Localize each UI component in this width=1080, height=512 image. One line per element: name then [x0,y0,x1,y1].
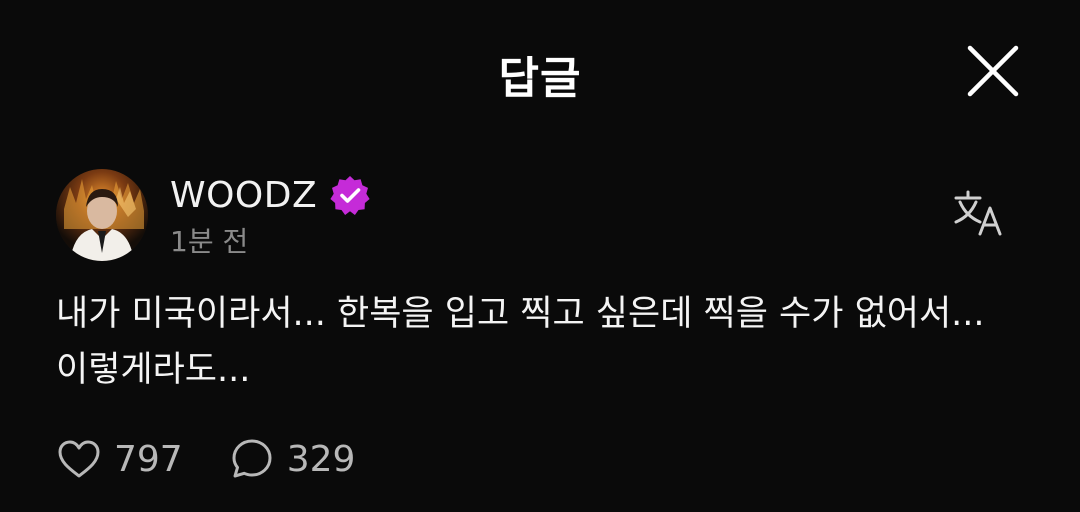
timestamp: 1분 전 [170,225,249,258]
post-text: 내가 미국이라서... 한복을 입고 찍고 싶은데 찍을 수가 없어서... 이… [56,294,985,390]
header: 답글 [0,0,1080,140]
translate-button[interactable] [950,188,1010,240]
translate-icon [954,190,1002,236]
like-button[interactable]: 797 [56,436,183,482]
heart-icon [58,440,100,478]
like-count: 797 [114,438,183,480]
close-button[interactable] [962,40,1024,102]
close-icon [967,45,1019,97]
verified-badge-icon [330,176,370,215]
user-row: WOODZ [170,170,371,220]
page-title: 답글 [498,53,582,104]
post-actions: 797 329 [56,432,355,486]
reply-button[interactable]: 329 [229,436,356,482]
reply-count: 329 [286,438,356,480]
avatar[interactable] [56,169,148,261]
comment-icon [232,439,272,478]
username[interactable]: WOODZ [170,175,317,216]
avatar-image [56,169,148,261]
